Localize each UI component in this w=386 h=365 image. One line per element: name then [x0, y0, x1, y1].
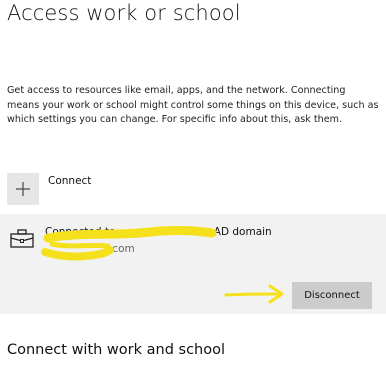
section-heading: Connect with work and school — [7, 342, 226, 358]
plus-icon — [7, 173, 39, 205]
work-account-item[interactable]: Connected to AD domain .com Disconnect — [0, 214, 386, 314]
page-title: Access work or school — [7, 1, 241, 25]
annotation-arrow-icon — [224, 284, 284, 304]
account-title: Connected to AD domain — [45, 226, 272, 238]
account-title-suffix: AD domain — [213, 226, 272, 238]
page-description: Get access to resources like email, apps… — [7, 85, 379, 125]
connect-label: Connect — [48, 175, 92, 187]
account-domain-suffix: .com — [109, 243, 135, 255]
disconnect-button[interactable]: Disconnect — [292, 282, 372, 309]
account-title-prefix: Connected to — [45, 226, 119, 238]
briefcase-icon — [10, 229, 34, 248]
connect-button[interactable]: Connect — [7, 173, 207, 207]
account-domain: .com — [45, 243, 135, 255]
